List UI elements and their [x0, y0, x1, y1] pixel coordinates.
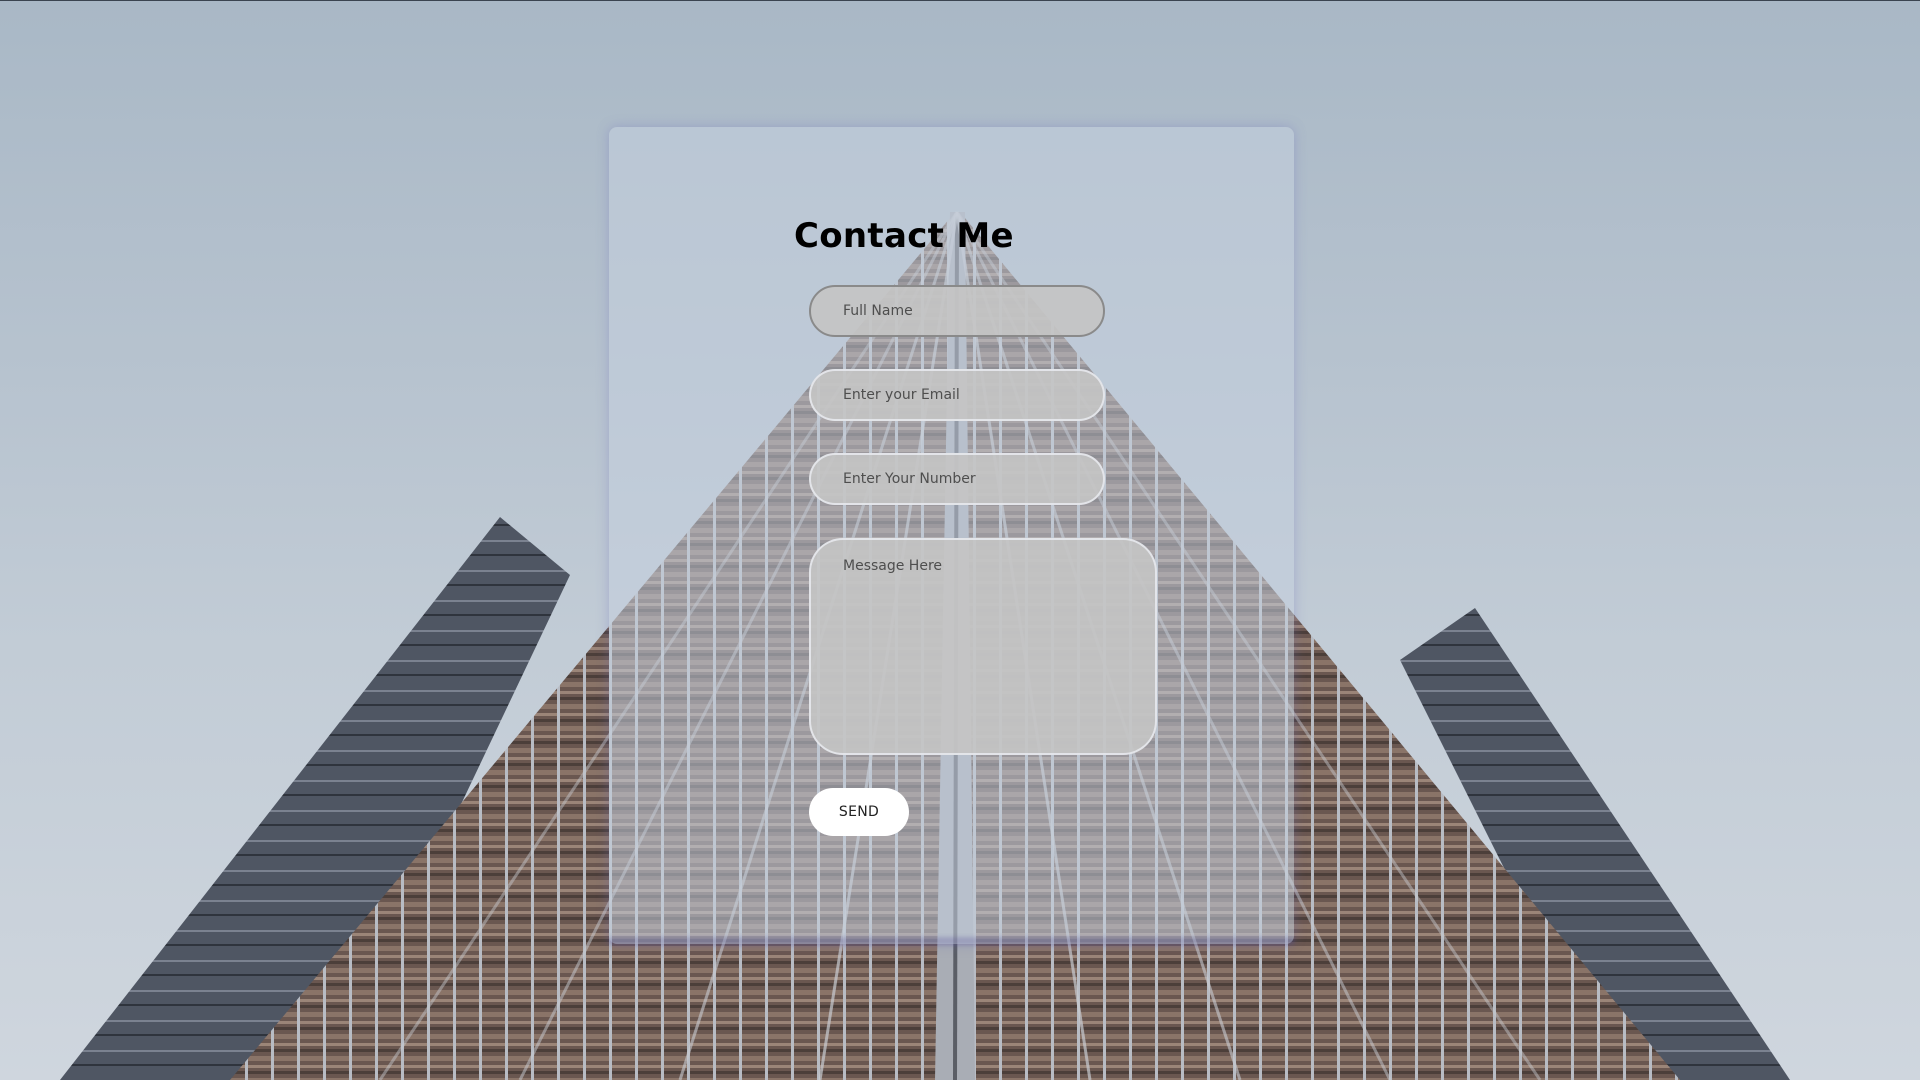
full-name-placeholder: Full Name	[843, 303, 913, 319]
email-input[interactable]: Enter your Email	[809, 369, 1105, 421]
message-placeholder: Message Here	[843, 558, 943, 574]
email-placeholder: Enter your Email	[843, 387, 960, 403]
message-textarea[interactable]: Message Here	[809, 538, 1157, 755]
phone-number-input[interactable]: Enter Your Number	[809, 453, 1105, 505]
full-name-input[interactable]: Full Name	[809, 285, 1105, 337]
phone-number-placeholder: Enter Your Number	[843, 471, 976, 487]
send-button[interactable]: SEND	[809, 788, 909, 836]
card-shadow	[609, 937, 1294, 945]
send-button-label: SEND	[838, 804, 880, 820]
page-title: Contact Me	[794, 216, 1014, 256]
